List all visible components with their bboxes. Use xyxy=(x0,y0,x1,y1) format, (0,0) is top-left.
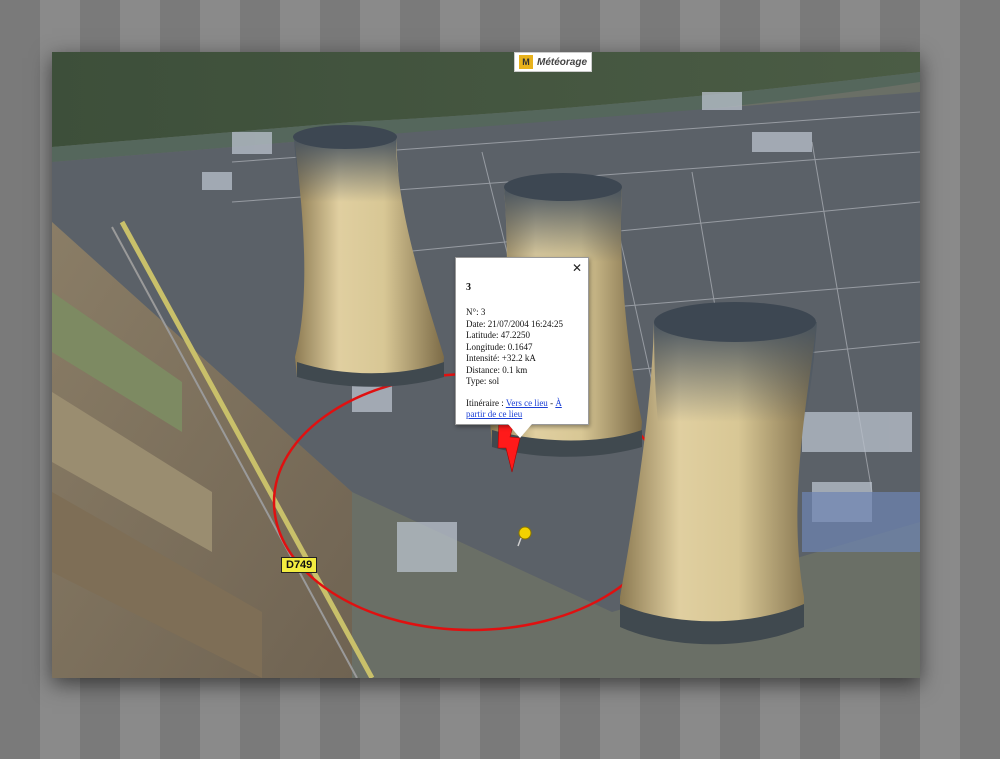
strike-intensity: Intensité: +32.2 kA xyxy=(466,353,536,363)
strike-longitude: Longitude: 0.1647 xyxy=(466,341,533,352)
strike-type: Type: sol xyxy=(466,376,500,386)
strike-latitude: Latitude: 47.2250 xyxy=(466,330,530,340)
map-view[interactable]: M Météorage D749 ✕ 3 N°: 3 Date: 21/07/2… xyxy=(52,52,920,678)
strike-info-popup: ✕ 3 N°: 3 Date: 21/07/2004 16:24:25 Lati… xyxy=(455,257,589,438)
logo-text: Météorage xyxy=(536,56,587,68)
close-icon[interactable]: ✕ xyxy=(572,261,582,275)
itinerary-row: Itinéraire : Vers ce lieu - À partir de … xyxy=(466,398,578,421)
directions-to-link[interactable]: Vers ce lieu xyxy=(506,398,548,408)
itinerary-label: Itinéraire : xyxy=(466,397,506,408)
road-label: D749 xyxy=(281,557,318,573)
strike-date: Date: 21/07/2004 16:24:25 xyxy=(466,318,563,329)
strike-distance: Distance: 0.1 km xyxy=(466,364,528,375)
strike-number: N°: 3 xyxy=(466,307,486,317)
meteorage-logo-icon: M xyxy=(519,55,533,69)
popup-title: 3 xyxy=(466,282,471,293)
meteorage-logo: M Météorage xyxy=(514,52,592,72)
